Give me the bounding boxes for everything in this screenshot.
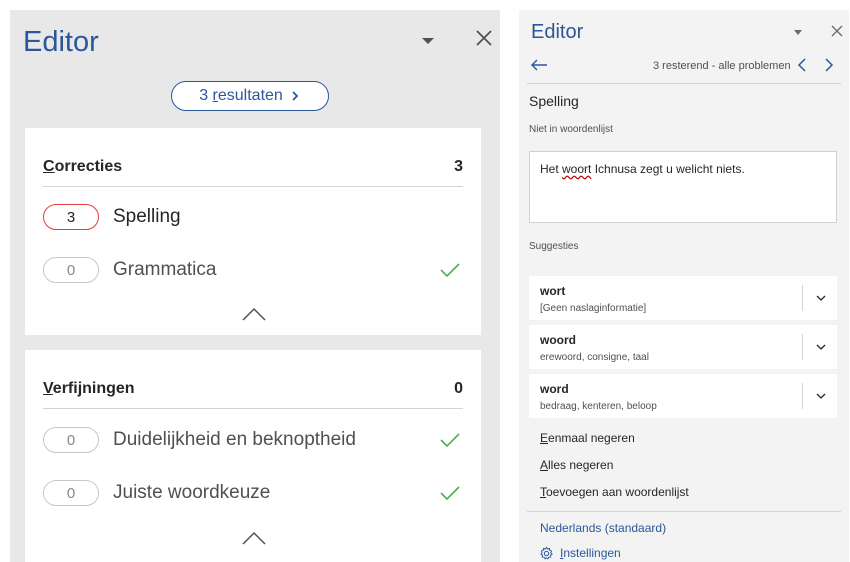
close-icon[interactable] bbox=[829, 23, 845, 39]
checkmark-icon bbox=[440, 433, 460, 448]
refinements-header: Verfijningen 0 bbox=[43, 380, 463, 398]
suggestion-item[interactable]: word bedraag, kenteren, beloop bbox=[529, 374, 837, 418]
suggestion-info: [Geen naslaginformatie] bbox=[540, 303, 647, 314]
pane-title: Editor bbox=[23, 26, 99, 58]
results-button[interactable]: 3 resultaten bbox=[171, 81, 329, 111]
context-sentence-box: Het woort Ichnusa zegt u welicht niets. bbox=[529, 151, 837, 223]
ignore-once-button[interactable]: Eenmaal negeren bbox=[540, 431, 635, 445]
word-choice-count-badge: 0 bbox=[43, 480, 99, 506]
suggestions-label: Suggesties bbox=[529, 241, 579, 252]
editor-pane-detail: Editor 3 resterend - alle problemen Spel… bbox=[519, 10, 849, 562]
chevron-down-filled-icon[interactable] bbox=[790, 24, 806, 40]
remaining-count: 3 resterend - alle problemen bbox=[653, 60, 791, 72]
divider bbox=[802, 334, 803, 360]
settings-link[interactable]: Instellingen bbox=[539, 545, 621, 561]
chevron-down-filled-icon[interactable] bbox=[416, 28, 440, 52]
chevron-up-icon[interactable] bbox=[241, 306, 267, 322]
suggestion-word: word bbox=[540, 382, 569, 396]
spelling-row[interactable]: 3 Spelling bbox=[43, 202, 463, 232]
spelling-label: Spelling bbox=[113, 206, 181, 227]
context-after: Ichnusa zegt u welicht niets. bbox=[591, 162, 745, 176]
context-before: Het bbox=[540, 162, 563, 176]
pane-title: Editor bbox=[531, 21, 584, 43]
clarity-count-badge: 0 bbox=[43, 427, 99, 453]
clarity-row[interactable]: 0 Duidelijkheid en beknoptheid bbox=[43, 425, 463, 455]
chevron-down-icon[interactable] bbox=[815, 341, 827, 353]
chevron-down-icon[interactable] bbox=[815, 390, 827, 402]
chevron-right-icon[interactable] bbox=[822, 57, 836, 73]
divider bbox=[527, 511, 841, 512]
grammar-label: Grammatica bbox=[113, 259, 217, 280]
checkmark-icon bbox=[440, 263, 460, 278]
suggestion-word: woord bbox=[540, 333, 576, 347]
corrections-card: Correcties 3 3 Spelling 0 Grammatica bbox=[25, 128, 481, 335]
refinements-title: Verfijningen bbox=[43, 380, 135, 397]
refinements-count: 0 bbox=[454, 380, 463, 397]
category-title: Spelling bbox=[529, 93, 579, 109]
suggestion-info: bedraag, kenteren, beloop bbox=[540, 401, 657, 412]
divider bbox=[527, 83, 841, 84]
suggestion-info: erewoord, consigne, taal bbox=[540, 352, 649, 363]
checkmark-icon bbox=[440, 486, 460, 501]
arrow-left-icon[interactable] bbox=[529, 57, 549, 73]
gear-icon bbox=[540, 546, 553, 560]
editor-pane-overview: Editor 3 resultaten Correcties 3 3 Spell… bbox=[10, 10, 500, 562]
divider bbox=[802, 285, 803, 311]
settings-label: Instellingen bbox=[560, 546, 621, 560]
clarity-label: Duidelijkheid en beknoptheid bbox=[113, 429, 356, 450]
word-choice-row[interactable]: 0 Juiste woordkeuze bbox=[43, 478, 463, 508]
suggestion-item[interactable]: woord erewoord, consigne, taal bbox=[529, 325, 837, 369]
chevron-down-icon[interactable] bbox=[815, 292, 827, 304]
grammar-row[interactable]: 0 Grammatica bbox=[43, 255, 463, 285]
ignore-all-button[interactable]: Alles negeren bbox=[540, 458, 613, 472]
divider bbox=[43, 186, 463, 187]
corrections-count: 3 bbox=[454, 158, 463, 175]
suggestion-word: wort bbox=[540, 284, 566, 298]
grammar-count-badge: 0 bbox=[43, 257, 99, 283]
misspelled-word: woort bbox=[562, 162, 592, 176]
results-label: 3 resultaten bbox=[199, 87, 283, 104]
chevron-up-icon[interactable] bbox=[241, 530, 267, 546]
close-icon[interactable] bbox=[472, 26, 496, 50]
chevron-right-icon bbox=[292, 91, 299, 101]
divider bbox=[43, 408, 463, 409]
spelling-count-badge: 3 bbox=[43, 204, 99, 230]
corrections-header: Correcties 3 bbox=[43, 158, 463, 176]
refinements-card: Verfijningen 0 0 Duidelijkheid en beknop… bbox=[25, 350, 481, 562]
issue-type: Niet in woordenlijst bbox=[529, 124, 613, 135]
word-choice-label: Juiste woordkeuze bbox=[113, 482, 271, 503]
corrections-title: Correcties bbox=[43, 158, 123, 175]
language-link[interactable]: Nederlands (standaard) bbox=[540, 521, 666, 535]
add-to-dictionary-button[interactable]: Toevoegen aan woordenlijst bbox=[540, 485, 689, 499]
chevron-left-icon[interactable] bbox=[795, 57, 809, 73]
divider bbox=[802, 383, 803, 409]
suggestion-item[interactable]: wort [Geen naslaginformatie] bbox=[529, 276, 837, 320]
